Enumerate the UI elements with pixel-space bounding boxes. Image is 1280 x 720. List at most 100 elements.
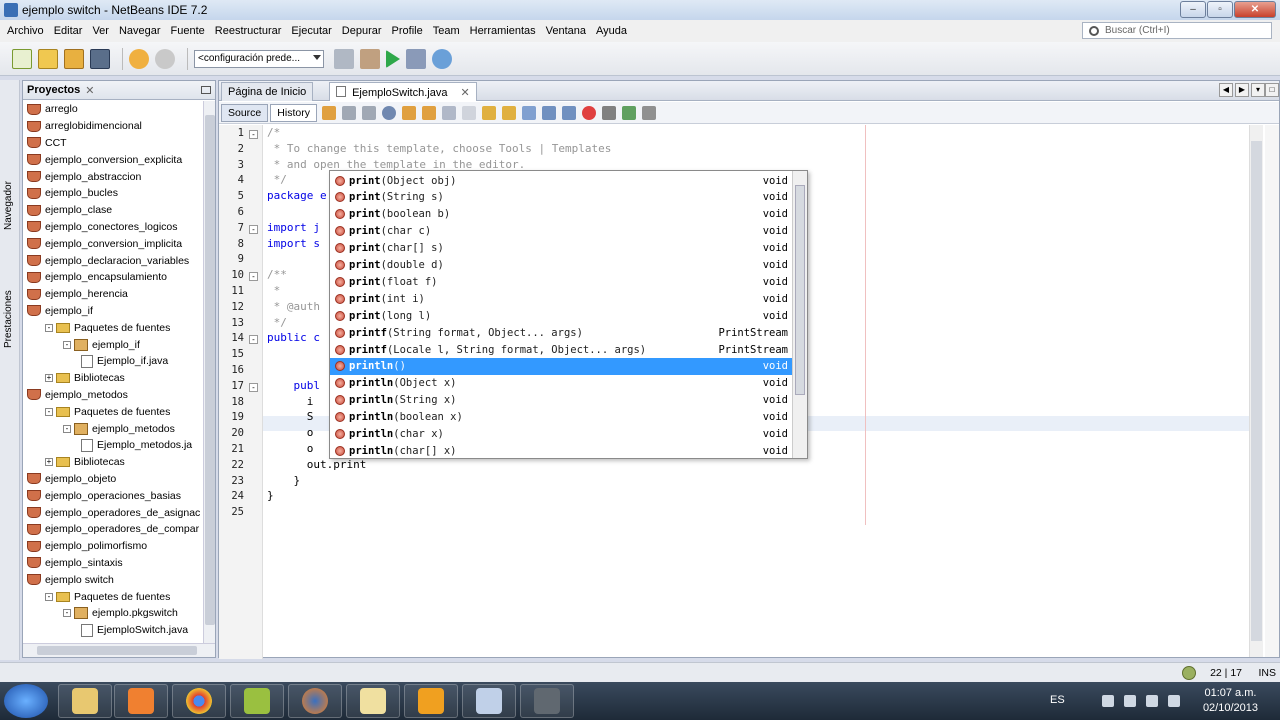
tree-horizontal-scrollbar[interactable] <box>23 643 215 657</box>
expand-toggle-icon[interactable]: - <box>63 340 71 349</box>
toggle-highlight-icon[interactable] <box>441 105 456 120</box>
tab-ejemploswitch[interactable]: EjemploSwitch.java ✕ <box>329 82 477 101</box>
tree-item[interactable]: ejemplo_operadores_de_asignac <box>23 504 205 521</box>
maximize-editor-button[interactable]: □ <box>1265 83 1279 97</box>
completion-item[interactable]: print (char c) void <box>330 223 792 240</box>
completion-item[interactable]: print (long l) void <box>330 307 792 324</box>
basic4android-taskbar-button[interactable] <box>346 684 400 718</box>
virtualbox-taskbar-button[interactable] <box>462 684 516 718</box>
scrollbar-thumb[interactable] <box>205 115 215 625</box>
services-tab[interactable]: Prestaciones <box>3 290 14 348</box>
tab-scroll-right-button[interactable]: ▶ <box>1235 83 1249 97</box>
completion-item[interactable]: println (Object x) void <box>330 375 792 392</box>
tree-item[interactable]: ejemplo_operadores_de_compar <box>23 521 205 538</box>
navigator-tab[interactable]: Navegador <box>3 181 14 230</box>
minimize-panel-button[interactable] <box>201 86 211 94</box>
close-icon[interactable]: ✕ <box>461 87 470 99</box>
flag-icon[interactable] <box>1102 695 1114 707</box>
completion-item[interactable]: print (int i) void <box>330 290 792 307</box>
tree-item[interactable]: ejemplo_sintaxis <box>23 555 205 572</box>
open-project-icon[interactable] <box>64 48 84 69</box>
close-button[interactable]: ✕ <box>1234 1 1276 18</box>
completion-item[interactable]: print (char[] s) void <box>330 240 792 257</box>
clock[interactable]: 01:07 a.m. 02/10/2013 <box>1203 686 1258 716</box>
tree-item[interactable]: Ejemplo_metodos.ja <box>23 437 205 454</box>
menu-item[interactable]: Ventana <box>541 25 591 37</box>
media-taskbar-button[interactable] <box>114 684 168 718</box>
source-button[interactable]: Source <box>221 103 269 122</box>
menu-item[interactable]: Team <box>428 25 465 37</box>
tree-item[interactable]: ejemplo_polimorfismo <box>23 538 205 555</box>
tree-item[interactable]: - ejemplo.pkgswitch <box>23 605 205 622</box>
expand-toggle-icon[interactable]: - <box>45 323 53 332</box>
save-all-icon[interactable] <box>90 48 110 69</box>
completion-item[interactable]: println() void <box>330 357 792 375</box>
menu-item[interactable]: Ayuda <box>591 25 632 37</box>
completion-item[interactable]: print (Object obj) void <box>330 172 792 189</box>
find-previous-icon[interactable] <box>401 105 416 120</box>
stop-macro-icon[interactable] <box>601 105 616 120</box>
volume-icon[interactable] <box>1168 695 1180 707</box>
expand-toggle-icon[interactable]: - <box>63 609 71 618</box>
error-stripe[interactable] <box>1265 125 1279 657</box>
editor-vertical-scrollbar[interactable] <box>1249 125 1263 657</box>
completion-item[interactable]: println (String x) void <box>330 392 792 409</box>
history-button[interactable]: History <box>270 103 317 122</box>
tree-item[interactable]: - ejemplo_metodos <box>23 420 205 437</box>
tree-item[interactable]: ejemplo_declaracion_variables <box>23 252 205 269</box>
fold-toggle-icon[interactable]: - <box>249 272 258 282</box>
toggle-rect-select-icon[interactable] <box>461 105 476 120</box>
expand-toggle-icon[interactable]: - <box>63 424 71 433</box>
minimize-button[interactable]: – <box>1180 1 1206 18</box>
profile-icon[interactable] <box>432 48 452 69</box>
tree-item[interactable]: ejemplo_herencia <box>23 286 205 303</box>
tree-item[interactable]: - ejemplo_if <box>23 336 205 353</box>
tree-item[interactable]: arreglo <box>23 101 205 118</box>
scrollbar-thumb[interactable] <box>1251 141 1262 641</box>
completion-item[interactable]: println (boolean x) void <box>330 409 792 426</box>
completion-item[interactable]: print (float f) void <box>330 273 792 290</box>
comment-icon[interactable] <box>621 105 636 120</box>
previous-bookmark-icon[interactable] <box>481 105 496 120</box>
tree-item[interactable]: + Bibliotecas <box>23 370 205 387</box>
uncomment-icon[interactable] <box>641 105 656 120</box>
battery-icon[interactable] <box>1146 695 1158 707</box>
close-icon[interactable]: ✕ <box>85 84 94 97</box>
tree-item[interactable]: ejemplo_metodos <box>23 387 205 404</box>
shift-right-icon[interactable] <box>561 105 576 120</box>
next-bookmark-icon[interactable] <box>501 105 516 120</box>
menu-item[interactable]: Reestructurar <box>210 25 287 37</box>
last-edit-icon[interactable] <box>321 105 336 120</box>
tree-item[interactable]: arreglobidimencional <box>23 118 205 135</box>
back-icon[interactable] <box>341 105 356 120</box>
menu-item[interactable]: Fuente <box>166 25 210 37</box>
tab-scroll-left-button[interactable]: ◀ <box>1219 83 1233 97</box>
fl-studio-taskbar-button[interactable] <box>404 684 458 718</box>
debug-icon[interactable] <box>406 48 426 69</box>
menu-item[interactable]: Ver <box>87 25 114 37</box>
completion-item[interactable]: print (String s) void <box>330 189 792 206</box>
tree-vertical-scrollbar[interactable] <box>203 101 215 643</box>
tree-item[interactable]: ejemplo_conversion_implicita <box>23 235 205 252</box>
tree-item[interactable]: ejemplo_clase <box>23 202 205 219</box>
expand-toggle-icon[interactable]: + <box>45 458 53 467</box>
expand-toggle-icon[interactable]: - <box>45 592 53 601</box>
menu-item[interactable]: Navegar <box>114 25 166 37</box>
start-button[interactable] <box>4 684 48 718</box>
fold-toggle-icon[interactable]: - <box>249 335 258 345</box>
tree-item[interactable]: ejemplo_encapsulamiento <box>23 269 205 286</box>
explorer-taskbar-button[interactable] <box>58 684 112 718</box>
expand-toggle-icon[interactable]: + <box>45 374 53 383</box>
completion-item[interactable]: println (char x) void <box>330 426 792 443</box>
tree-item[interactable]: - Paquetes de fuentes <box>23 319 205 336</box>
maximize-button[interactable]: ▫ <box>1207 1 1233 18</box>
tree-item[interactable]: ejemplo_abstraccion <box>23 168 205 185</box>
menu-item[interactable]: Profile <box>387 25 428 37</box>
completion-item[interactable]: println (char[] x) void <box>330 442 792 459</box>
start-macro-icon[interactable] <box>581 105 596 120</box>
build-hammer-icon[interactable] <box>334 48 354 69</box>
fold-toggle-icon[interactable]: - <box>249 382 258 392</box>
projects-title[interactable]: Proyectos <box>27 84 80 96</box>
chrome-taskbar-button[interactable] <box>172 684 226 718</box>
search-input[interactable]: Buscar (Ctrl+I) <box>1082 22 1272 39</box>
